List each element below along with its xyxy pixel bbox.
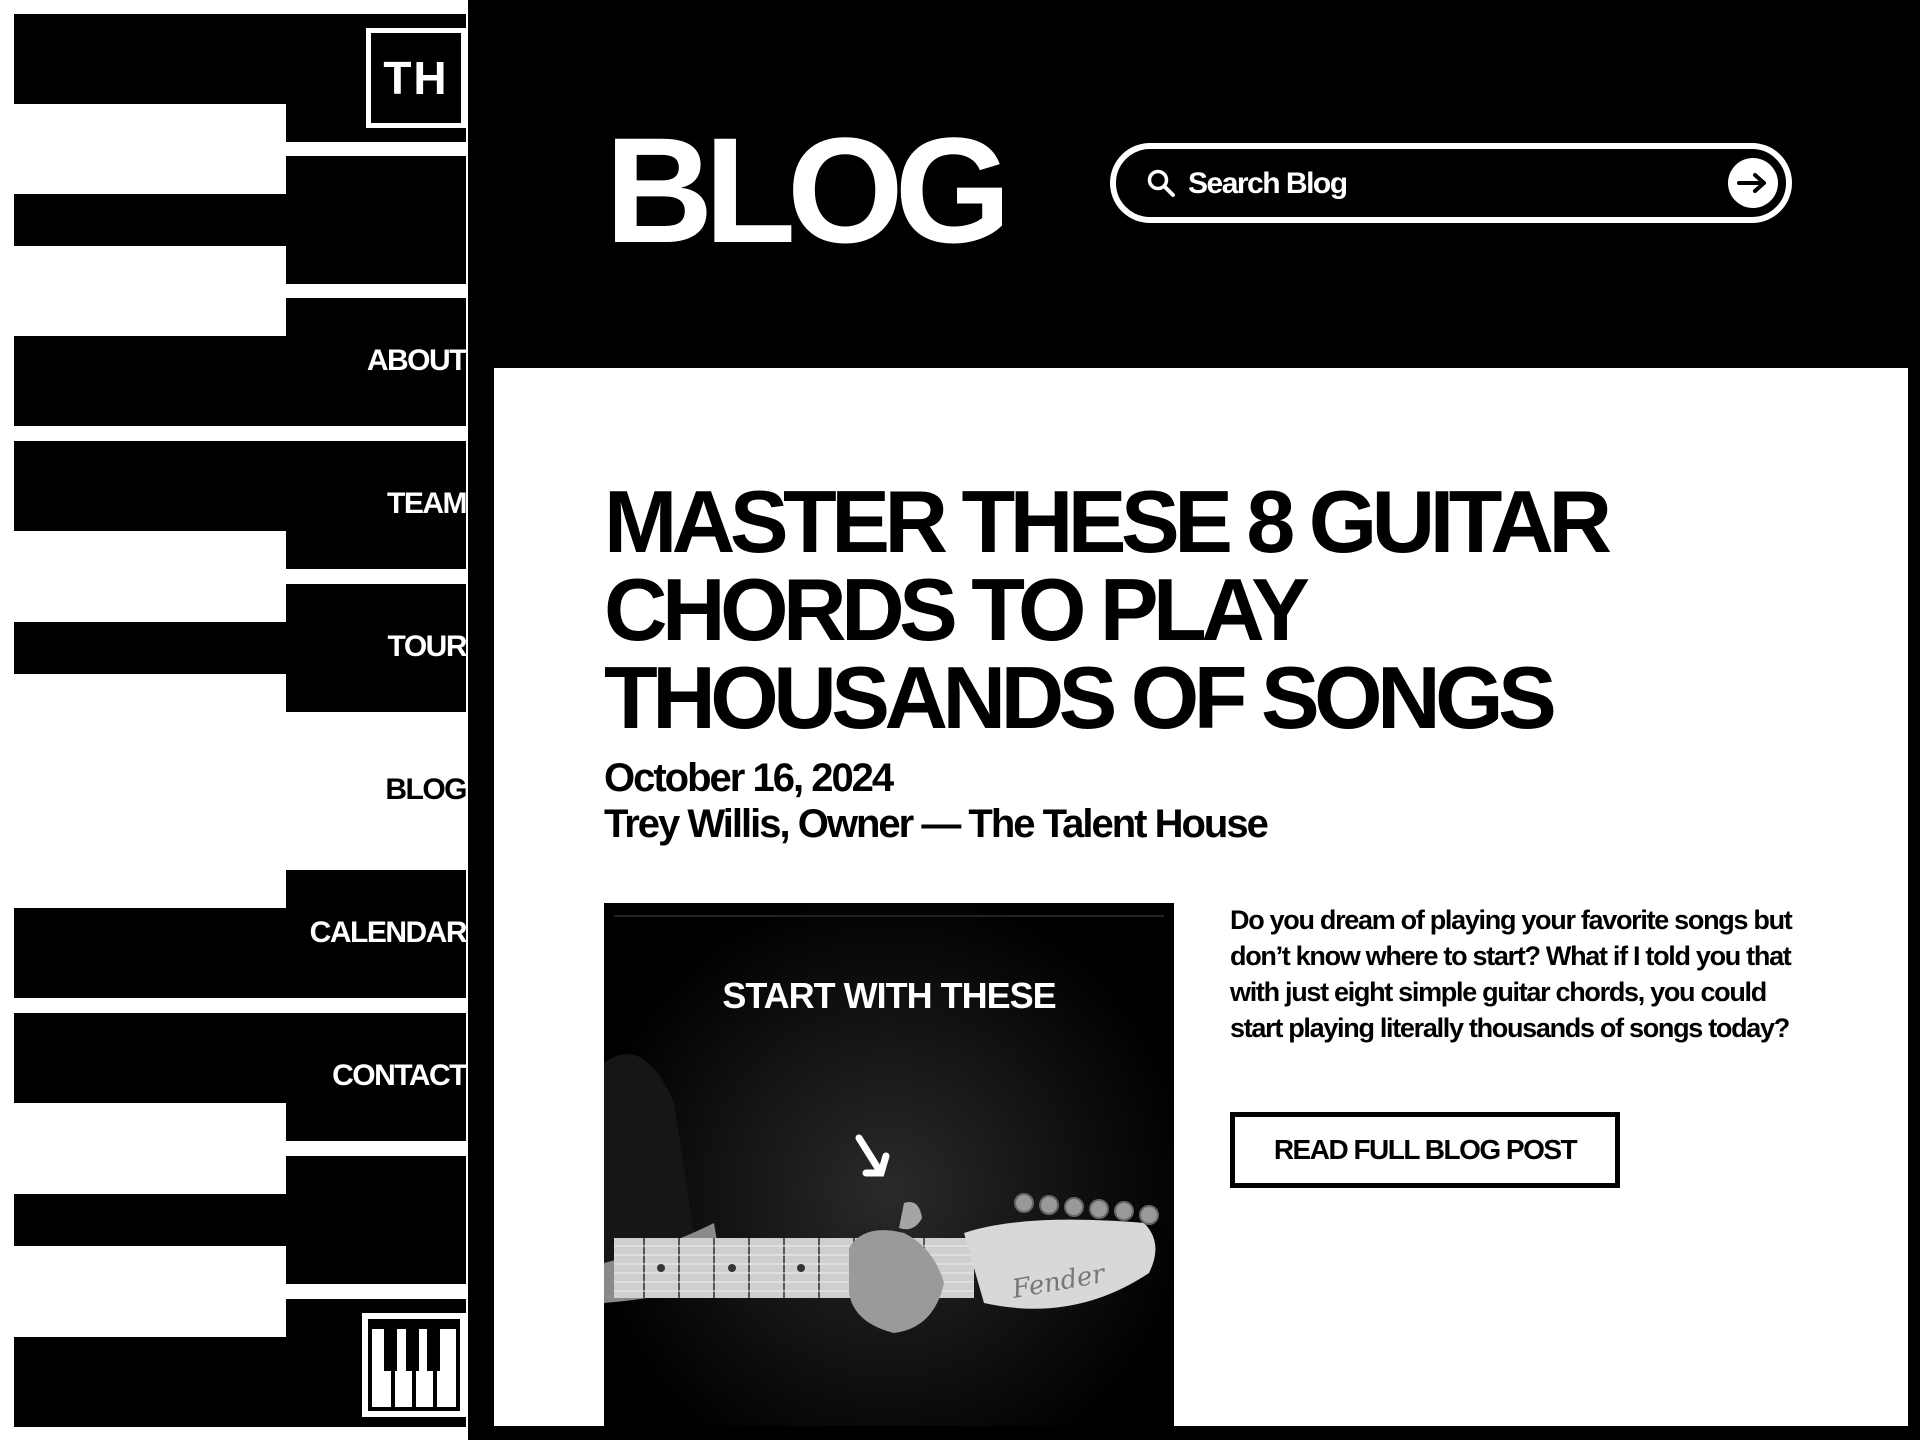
blog-post-card: MASTER THESE 8 GUITAR CHORDS TO PLAY THO… (494, 368, 1908, 1426)
post-title-line: MASTER THESE 8 GUITAR (604, 472, 1612, 571)
search-input[interactable] (1186, 161, 1690, 207)
post-date: October 16, 2024 (604, 756, 894, 800)
sidebar-item-label: TEAM (387, 487, 468, 520)
sidebar-item-label: TOUR (387, 630, 468, 663)
piano-keys-icon (362, 1313, 466, 1417)
logo[interactable]: TH (366, 28, 466, 128)
sidebar-key-blank-2 (0, 1156, 480, 1284)
search-submit-button[interactable] (1728, 158, 1778, 208)
sidebar-item-calendar[interactable]: CALENDAR (0, 870, 480, 998)
image-caption: START WITH THESE (722, 975, 1056, 1016)
sidebar-item-label: ABOUT (366, 344, 468, 377)
sidebar-nav: TH ABOUT TEAM TOUR BLOG CALENDAR CONTACT (0, 0, 480, 1440)
search-bar[interactable] (1110, 143, 1792, 223)
sidebar-piano-key[interactable] (0, 1299, 480, 1427)
search-icon (1147, 169, 1175, 197)
page-title: BLOG (605, 106, 1011, 274)
post-title[interactable]: MASTER THESE 8 GUITAR CHORDS TO PLAY THO… (604, 478, 1824, 742)
post-title-line: CHORDS TO PLAY (604, 560, 1310, 659)
post-title-line: THOUSANDS OF SONGS (604, 648, 1557, 747)
blog-header: BLOG (480, 0, 1920, 368)
read-full-post-button[interactable]: READ FULL BLOG POST (1230, 1112, 1620, 1188)
sidebar-item-blog[interactable]: BLOG (0, 727, 480, 855)
sidebar-divider (468, 0, 480, 1440)
sidebar-item-label: CONTACT (332, 1059, 467, 1092)
main-content: MASTER THESE 8 GUITAR CHORDS TO PLAY THO… (480, 368, 1920, 1440)
sidebar-item-tour[interactable]: TOUR (0, 584, 480, 712)
sidebar-item-label: BLOG (385, 773, 467, 806)
sidebar-key-blank-1 (0, 156, 480, 284)
sidebar-item-contact[interactable]: CONTACT (0, 1013, 480, 1141)
sidebar-item-team[interactable]: TEAM (0, 441, 480, 569)
post-excerpt: Do you dream of playing your favorite so… (1230, 905, 1793, 1043)
arrow-right-icon (1737, 173, 1766, 193)
post-image[interactable]: Fender START WITH THESE (604, 903, 1174, 1426)
post-author: Trey Willis, Owner — The Talent House (604, 802, 1269, 846)
sidebar-item-about[interactable]: ABOUT (0, 298, 480, 426)
sidebar-logo-key[interactable]: TH (0, 14, 480, 142)
sidebar-item-label: CALENDAR (309, 916, 468, 949)
